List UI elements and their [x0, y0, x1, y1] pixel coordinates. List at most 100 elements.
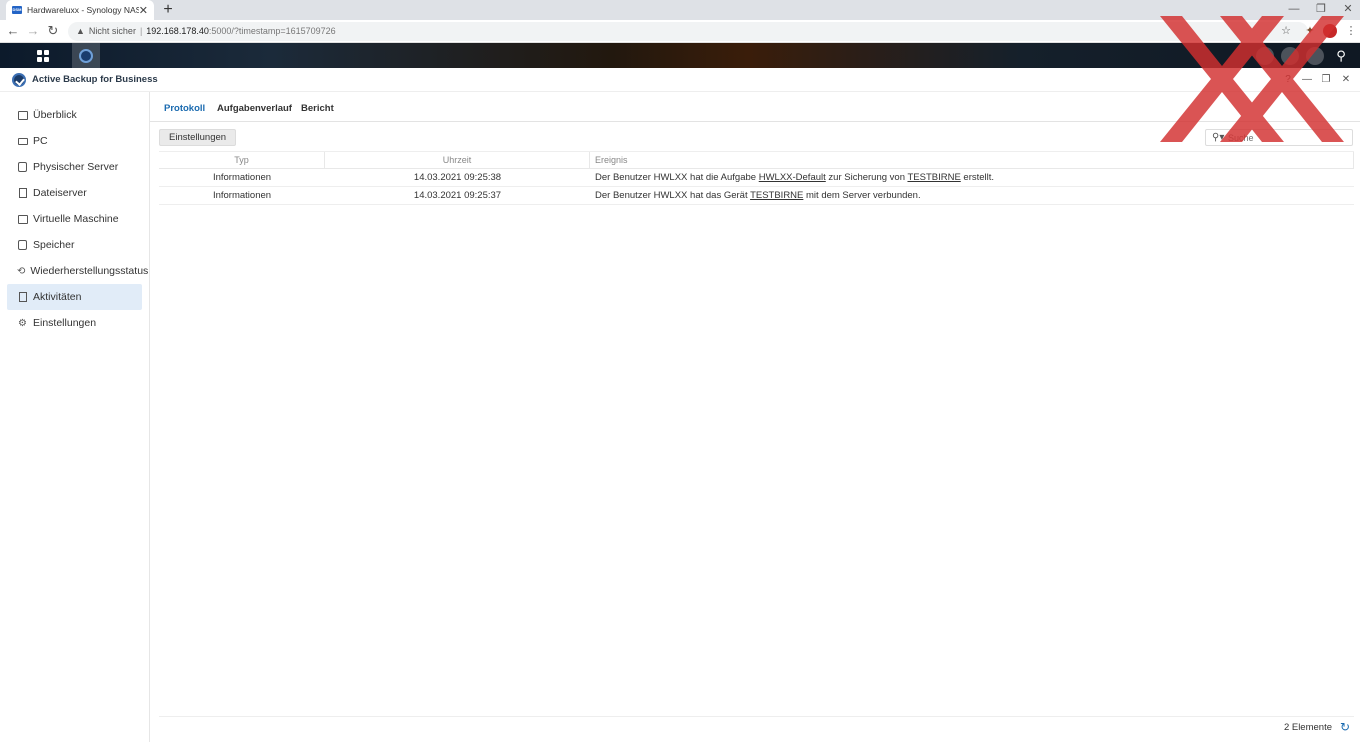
security-status: Nicht sicher: [88, 26, 136, 36]
bookmark-star-icon[interactable]: ☆: [1278, 23, 1294, 39]
vm-icon: [17, 214, 28, 225]
close-window-icon[interactable]: ✕: [1334, 0, 1360, 20]
back-button[interactable]: ←: [4, 22, 22, 40]
restore-icon: ⟲: [17, 265, 26, 277]
pc-icon: [17, 136, 28, 147]
browser-tab[interactable]: DSM Hardwareluxx - Synology NAS ✕: [6, 0, 154, 20]
sidebar-item-storage[interactable]: Speicher: [7, 232, 142, 258]
main-menu-button[interactable]: [29, 43, 57, 68]
table-row[interactable]: Informationen 14.03.2021 09:25:38 Der Be…: [159, 169, 1354, 187]
table-row[interactable]: Informationen 14.03.2021 09:25:37 Der Be…: [159, 187, 1354, 205]
sidebar-item-fileserver[interactable]: Dateiserver: [7, 180, 142, 206]
main-content: Protokoll Aufgabenverlauf Bericht Einste…: [150, 92, 1360, 742]
url-path: :5000/?timestamp=1615709726: [208, 26, 336, 36]
fileserver-icon: [17, 188, 28, 199]
sidebar-item-overview[interactable]: Überblick: [7, 102, 142, 128]
address-bar[interactable]: ▲ Nicht sicher | 192.168.178.40:5000/?times…: [68, 22, 1308, 41]
browser-menu-icon[interactable]: ⋮: [1343, 23, 1359, 39]
column-header-event[interactable]: Ereignis: [590, 152, 1354, 168]
sidebar-item-restore-status[interactable]: ⟲ Wiederherstellungsstatus: [7, 258, 148, 284]
search-icon: ⚲▾: [1212, 132, 1225, 143]
widgets-icon[interactable]: [1306, 47, 1324, 65]
cell-time: 14.03.2021 09:25:37: [413, 190, 502, 201]
server-icon: [17, 162, 28, 173]
taskbar-app-active-backup[interactable]: [72, 43, 100, 68]
cell-type: Informationen: [212, 190, 272, 201]
sidebar-item-label: Wiederherstellungsstatus: [30, 265, 149, 277]
url-host: 192.168.178.40: [146, 26, 209, 36]
settings-button[interactable]: Einstellungen: [159, 129, 237, 146]
sidebar-item-label: Aktivitäten: [33, 291, 82, 303]
app-titlebar: Active Backup for Business ? — ❐ ✕: [0, 68, 1360, 92]
activity-icon: [17, 292, 28, 303]
sidebar-item-label: Dateiserver: [33, 187, 87, 199]
browser-tab-title: Hardwareluxx - Synology NAS: [27, 5, 139, 15]
tab-protokoll[interactable]: Protokoll: [164, 103, 205, 114]
cell-time: 14.03.2021 09:25:38: [413, 172, 502, 183]
address-separator: |: [139, 26, 143, 36]
event-text: zur Sicherung von: [825, 172, 908, 183]
event-text: Der Benutzer HWLXX hat das Gerät: [595, 190, 751, 201]
tab-bericht[interactable]: Bericht: [301, 103, 334, 114]
maximize-app-icon[interactable]: ❐: [1319, 73, 1333, 87]
device-link[interactable]: TESTBIRNE: [750, 190, 803, 201]
gear-icon: ⚙: [18, 317, 27, 329]
tab-aufgabenverlauf[interactable]: Aufgabenverlauf: [217, 103, 292, 114]
tab-bar: Protokoll Aufgabenverlauf Bericht: [150, 92, 1360, 122]
overview-icon: [17, 110, 28, 121]
profile-avatar-icon[interactable]: [1323, 24, 1337, 38]
reload-button[interactable]: ↻: [44, 22, 62, 40]
user-icon[interactable]: [1281, 47, 1299, 65]
app-window: Active Backup for Business ? — ❐ ✕ Überb…: [0, 68, 1360, 742]
log-table: Typ Uhrzeit Ereignis Informationen 14.03…: [159, 151, 1354, 205]
dsm-favicon-icon: DSM: [12, 6, 22, 14]
new-tab-button[interactable]: +: [160, 0, 176, 20]
cell-type: Informationen: [212, 172, 272, 183]
sidebar-item-label: Speicher: [33, 239, 75, 251]
cell-event: Der Benutzer HWLXX hat die Aufgabe HWLXX…: [590, 169, 1354, 186]
forward-button[interactable]: →: [24, 22, 42, 40]
column-header-time[interactable]: Uhrzeit: [325, 152, 590, 168]
grid-icon: [37, 49, 49, 62]
event-text: erstellt.: [960, 172, 995, 183]
sidebar-item-activities[interactable]: Aktivitäten: [7, 284, 142, 310]
sidebar-item-pc[interactable]: PC: [7, 128, 142, 154]
search-input[interactable]: [1228, 131, 1348, 144]
minimize-app-icon[interactable]: —: [1300, 73, 1314, 87]
sidebar-item-virtual-machine[interactable]: Virtuelle Maschine: [7, 206, 142, 232]
browser-toolbar: ← → ↻ ▲ Nicht sicher | 192.168.178.40:5000/…: [0, 20, 1360, 43]
extension-icon[interactable]: ✦: [1302, 23, 1318, 39]
app-title: Active Backup for Business: [32, 74, 158, 85]
column-header-type[interactable]: Typ: [159, 152, 325, 168]
active-backup-icon: [79, 48, 93, 63]
sidebar: Überblick PC Physischer Server Dateiserv…: [0, 92, 150, 742]
sidebar-item-label: Virtuelle Maschine: [33, 213, 119, 225]
event-text: Der Benutzer HWLXX hat die Aufgabe: [595, 172, 759, 183]
search-icon[interactable]: ⚲: [1327, 43, 1355, 68]
sidebar-item-label: PC: [33, 135, 48, 147]
table-header: Typ Uhrzeit Ereignis: [159, 151, 1354, 169]
sidebar-item-label: Einstellungen: [33, 317, 97, 329]
help-icon[interactable]: ?: [1281, 73, 1295, 87]
dsm-taskbar: ⚲: [0, 43, 1360, 68]
refresh-icon[interactable]: ↻: [1340, 720, 1350, 734]
browser-tab-strip: DSM Hardwareluxx - Synology NAS ✕ + — ❐ …: [0, 0, 1360, 20]
item-count: 2 Elemente: [1283, 722, 1332, 733]
notification-icon[interactable]: [1256, 47, 1274, 65]
sidebar-item-settings[interactable]: ⚙ Einstellungen: [7, 310, 142, 336]
task-link[interactable]: HWLXX-Default: [759, 172, 826, 183]
sidebar-item-label: Physischer Server: [33, 161, 119, 173]
close-tab-icon[interactable]: ✕: [139, 4, 148, 17]
active-backup-logo-icon: [12, 73, 26, 87]
sidebar-item-label: Überblick: [33, 109, 77, 121]
search-box[interactable]: ⚲▾: [1205, 129, 1353, 146]
event-text: mit dem Server verbunden.: [803, 190, 921, 201]
device-link[interactable]: TESTBIRNE: [907, 172, 960, 183]
minimize-window-icon[interactable]: —: [1280, 0, 1308, 20]
warning-icon: ▲: [76, 26, 85, 36]
storage-icon: [17, 240, 28, 251]
cell-event: Der Benutzer HWLXX hat das Gerät TESTBIR…: [590, 187, 1354, 204]
sidebar-item-physical-server[interactable]: Physischer Server: [7, 154, 142, 180]
restore-window-icon[interactable]: ❐: [1307, 0, 1335, 20]
close-app-icon[interactable]: ✕: [1339, 73, 1353, 87]
